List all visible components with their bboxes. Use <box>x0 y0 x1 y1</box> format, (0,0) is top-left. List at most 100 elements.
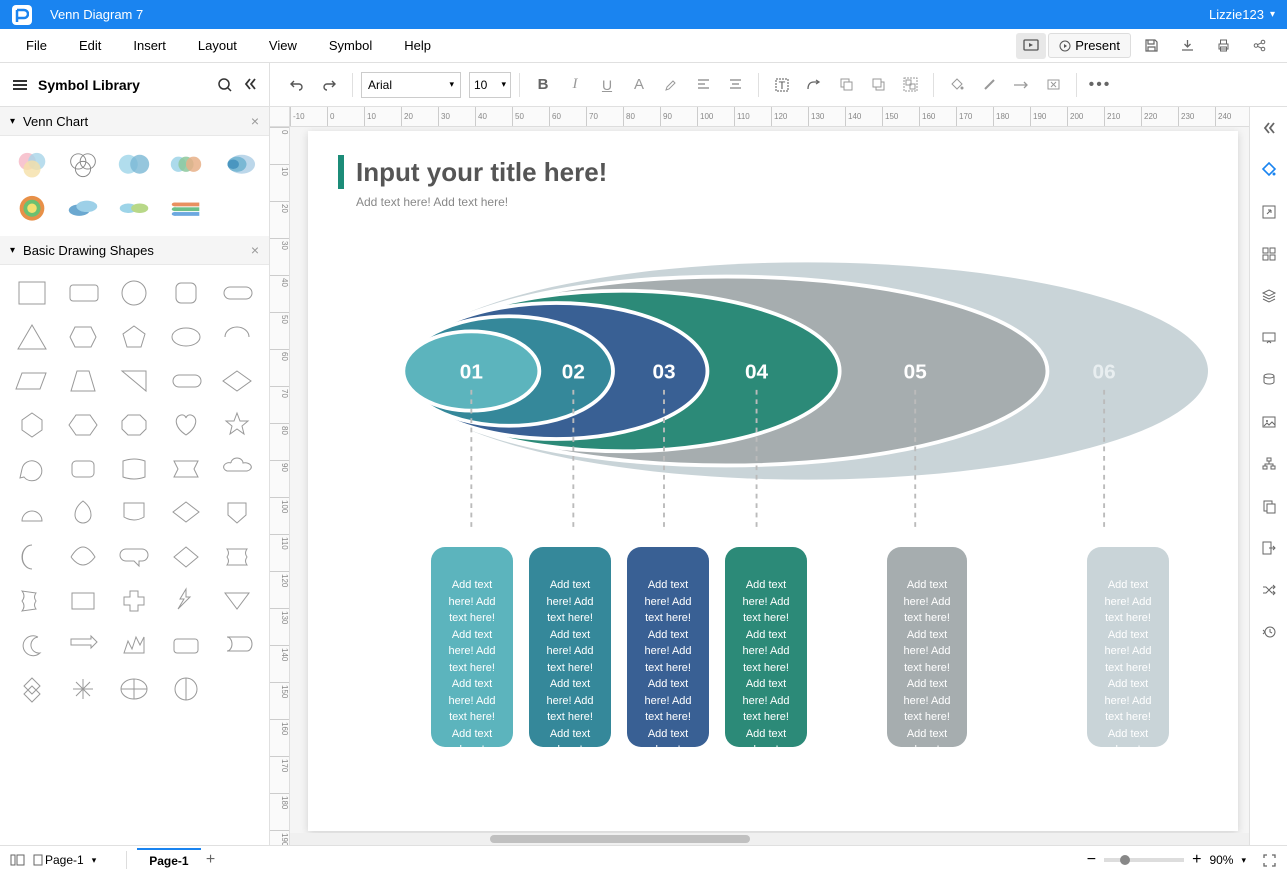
basic-shape-1[interactable] <box>59 273 106 313</box>
present-panel-icon[interactable] <box>1256 325 1282 351</box>
basic-shape-33[interactable] <box>162 537 209 577</box>
menu-insert[interactable]: Insert <box>117 30 182 61</box>
basic-shape-26[interactable] <box>59 493 106 533</box>
venn-shape-2[interactable] <box>111 144 158 184</box>
connector-button[interactable] <box>799 70 829 100</box>
bold-button[interactable]: B <box>528 70 558 100</box>
align-button[interactable] <box>688 70 718 100</box>
basic-shape-8[interactable] <box>162 317 209 357</box>
valign-button[interactable] <box>720 70 750 100</box>
slideshow-icon-button[interactable] <box>1016 33 1046 59</box>
basic-shape-32[interactable] <box>111 537 158 577</box>
basic-shape-17[interactable] <box>111 405 158 445</box>
user-menu[interactable]: Lizzie123▾ <box>1209 7 1275 22</box>
layout-icon[interactable] <box>10 854 25 866</box>
menu-help[interactable]: Help <box>388 30 447 61</box>
clear-format-button[interactable] <box>1038 70 1068 100</box>
fill-button[interactable] <box>942 70 972 100</box>
basic-shape-2[interactable] <box>111 273 158 313</box>
text-card-01[interactable]: Add text here! Add text here! Add text h… <box>431 547 513 747</box>
text-card-05[interactable]: Add text here! Add text here! Add text h… <box>887 547 967 747</box>
zoom-out-button[interactable]: − <box>1087 851 1096 869</box>
basic-shape-47[interactable] <box>111 669 158 709</box>
venn-shape-5[interactable] <box>8 188 55 228</box>
menu-file[interactable]: File <box>10 30 63 61</box>
venn-shape-8[interactable] <box>162 188 209 228</box>
menu-view[interactable]: View <box>253 30 313 61</box>
pages-icon[interactable] <box>31 853 45 867</box>
basic-shape-25[interactable] <box>8 493 55 533</box>
page-tab[interactable]: Page-1 <box>137 848 200 872</box>
nested-ellipses-diagram[interactable]: 01 02 03 04 05 06 <box>358 241 1208 501</box>
text-tool-button[interactable]: T <box>767 70 797 100</box>
export-panel-icon[interactable] <box>1256 199 1282 225</box>
text-highlight-button[interactable] <box>656 70 686 100</box>
menu-layout[interactable]: Layout <box>182 30 253 61</box>
basic-shape-46[interactable] <box>59 669 106 709</box>
font-color-button[interactable]: A <box>624 70 654 100</box>
basic-shape-41[interactable] <box>59 625 106 665</box>
save-icon[interactable] <box>1135 32 1167 60</box>
basic-shape-22[interactable] <box>111 449 158 489</box>
expand-panel-icon[interactable] <box>1256 115 1282 141</box>
basic-shape-6[interactable] <box>59 317 106 357</box>
basic-shape-19[interactable] <box>214 405 261 445</box>
scrollbar-horizontal[interactable] <box>290 833 1249 845</box>
basic-shape-28[interactable] <box>162 493 209 533</box>
basic-shape-44[interactable] <box>214 625 261 665</box>
basic-shape-15[interactable] <box>8 405 55 445</box>
canvas[interactable]: Input your title here! Add text here! Ad… <box>290 127 1249 845</box>
font-size-select[interactable]: 10▾ <box>469 72 511 98</box>
undo-button[interactable] <box>282 70 312 100</box>
basic-shape-16[interactable] <box>59 405 106 445</box>
page[interactable]: Input your title here! Add text here! Ad… <box>308 131 1238 831</box>
basic-shape-29[interactable] <box>214 493 261 533</box>
basic-shape-27[interactable] <box>111 493 158 533</box>
share-icon[interactable] <box>1243 32 1275 60</box>
basic-shape-39[interactable] <box>214 581 261 621</box>
basic-shape-34[interactable] <box>214 537 261 577</box>
layers-panel-icon[interactable] <box>1256 283 1282 309</box>
venn-shape-4[interactable] <box>214 144 261 184</box>
add-page-button[interactable]: + <box>201 850 221 870</box>
group-button[interactable] <box>895 70 925 100</box>
grid-panel-icon[interactable] <box>1256 241 1282 267</box>
zoom-slider[interactable] <box>1104 858 1184 862</box>
venn-shape-3[interactable] <box>162 144 209 184</box>
basic-shape-42[interactable] <box>111 625 158 665</box>
redo-button[interactable] <box>314 70 344 100</box>
basic-shape-10[interactable] <box>8 361 55 401</box>
italic-button[interactable]: I <box>560 70 590 100</box>
basic-shape-5[interactable] <box>8 317 55 357</box>
basic-shape-37[interactable] <box>111 581 158 621</box>
venn-shape-7[interactable] <box>111 188 158 228</box>
basic-shape-40[interactable] <box>8 625 55 665</box>
text-card-04[interactable]: Add text here! Add text here! Add text h… <box>725 547 807 747</box>
basic-shape-14[interactable] <box>214 361 261 401</box>
text-card-03[interactable]: Add text here! Add text here! Add text h… <box>627 547 709 747</box>
basic-shape-23[interactable] <box>162 449 209 489</box>
basic-shape-4[interactable] <box>214 273 261 313</box>
category-venn-chart[interactable]: ▾ Venn Chart × <box>0 107 269 136</box>
basic-shape-31[interactable] <box>59 537 106 577</box>
page-subtitle[interactable]: Add text here! Add text here! <box>356 195 508 209</box>
venn-shape-6[interactable] <box>59 188 106 228</box>
basic-shape-21[interactable] <box>59 449 106 489</box>
zoom-level[interactable]: 90% <box>1209 853 1233 867</box>
collapse-sidebar-icon[interactable] <box>243 77 257 93</box>
fullscreen-icon[interactable] <box>1262 853 1277 868</box>
history-panel-icon[interactable] <box>1256 619 1282 645</box>
underline-button[interactable]: U <box>592 70 622 100</box>
close-category-icon[interactable]: × <box>251 242 259 258</box>
basic-shape-12[interactable] <box>111 361 158 401</box>
print-icon[interactable] <box>1207 32 1239 60</box>
basic-shape-30[interactable] <box>8 537 55 577</box>
menu-symbol[interactable]: Symbol <box>313 30 388 61</box>
basic-shape-35[interactable] <box>8 581 55 621</box>
exit-panel-icon[interactable] <box>1256 535 1282 561</box>
image-panel-icon[interactable] <box>1256 409 1282 435</box>
category-basic-shapes[interactable]: ▾ Basic Drawing Shapes × <box>0 236 269 265</box>
style-panel-icon[interactable] <box>1256 157 1282 183</box>
menu-edit[interactable]: Edit <box>63 30 117 61</box>
page-dropdown[interactable]: Page-1▾ <box>45 853 96 867</box>
